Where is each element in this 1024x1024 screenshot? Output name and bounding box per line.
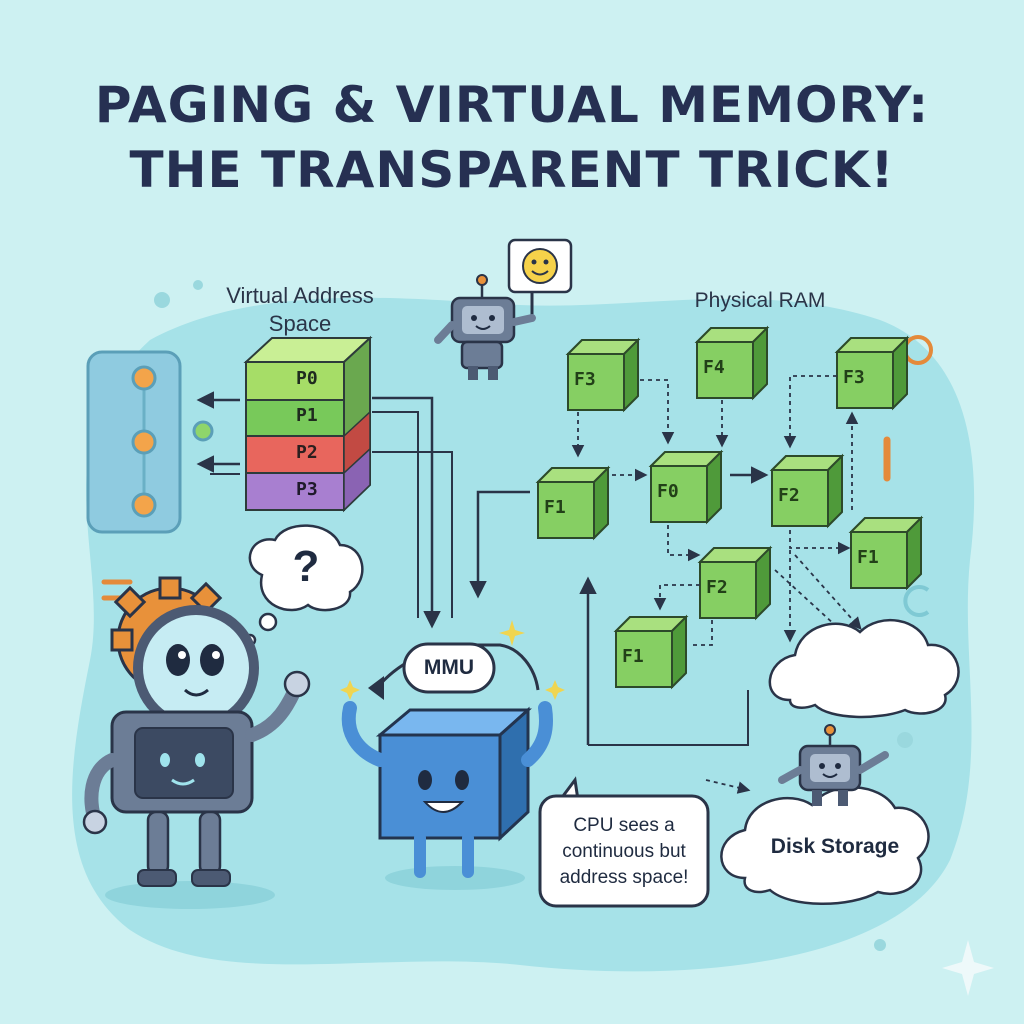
page-p1: [245, 399, 345, 437]
page-p0-label: P0: [296, 368, 318, 389]
frame-label-f2-b: F2: [706, 577, 728, 598]
frame-label-f3-b: F3: [843, 367, 865, 388]
page-p2: [245, 435, 345, 474]
frame-label-f0: F0: [657, 481, 679, 502]
frame-label-f2-a: F2: [778, 485, 800, 506]
page-p0: [245, 361, 345, 401]
question-mark: ?: [292, 542, 320, 591]
smiley-icon: [522, 248, 558, 284]
frame-label-f1-a: F1: [544, 497, 566, 518]
cpu-text-line-1: CPU sees a: [573, 815, 675, 836]
sparkle-icon: [942, 940, 994, 996]
frame-label-f1-c: F1: [622, 646, 644, 667]
diagram-canvas: PAGING & VIRTUAL MEMORY: THE TRANSPARENT…: [0, 0, 1024, 1024]
page-p1-label: P1: [296, 405, 318, 426]
virtual-space-label: Space: [268, 311, 332, 336]
physical-ram-label: Physical RAM: [694, 289, 826, 312]
title-line-2: THE TRANSPARENT TRICK!: [129, 141, 895, 199]
cpu-text-line-2: continuous but: [562, 841, 686, 862]
page-p2-label: P2: [296, 442, 318, 463]
page-p3-label: P3: [296, 479, 318, 500]
frame-label-f4: F4: [703, 357, 725, 378]
page-p3: [245, 472, 345, 511]
frame-label-f3-a: F3: [574, 369, 596, 390]
virtual-address-label: Virtual Address: [226, 283, 374, 308]
mmu-label: MMU: [423, 656, 475, 679]
cpu-text-line-3: address space!: [559, 867, 689, 888]
disk-storage-label: Disk Storage: [770, 835, 900, 858]
title-line-1: PAGING & VIRTUAL MEMORY:: [94, 76, 930, 134]
frame-label-f1-b: F1: [857, 547, 879, 568]
